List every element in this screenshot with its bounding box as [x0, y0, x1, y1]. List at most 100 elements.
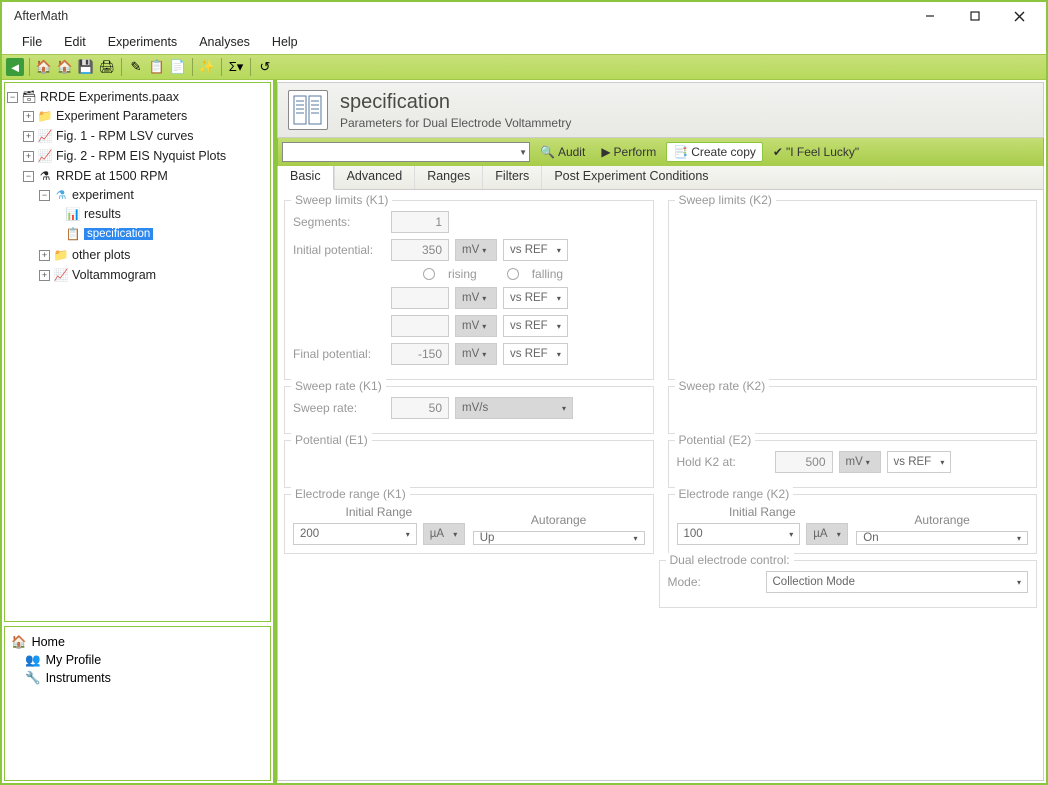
- range-k2-select[interactable]: 100▾: [677, 523, 801, 545]
- audit-button[interactable]: 🔍Audit: [534, 143, 591, 161]
- home-up-icon[interactable]: 🏠: [56, 58, 74, 76]
- range-unit-select[interactable]: µA ▾: [806, 523, 848, 545]
- nav-profile[interactable]: My Profile: [46, 653, 102, 667]
- chart-icon: 📈: [53, 268, 69, 282]
- holdk2-input[interactable]: [775, 451, 833, 473]
- rotor-icon: ⚗: [37, 169, 53, 183]
- nav-home[interactable]: Home: [32, 635, 65, 649]
- menu-edit[interactable]: Edit: [54, 33, 96, 51]
- copy-icon: 📑: [673, 145, 688, 159]
- tree-specification[interactable]: specification: [84, 228, 153, 240]
- unit-select-mv[interactable]: mV▾: [455, 315, 497, 337]
- rising-label: rising: [448, 267, 477, 281]
- wand-icon[interactable]: ✨: [198, 58, 216, 76]
- print-icon[interactable]: 🖨: [98, 58, 116, 76]
- limit1-input[interactable]: [391, 287, 449, 309]
- minimize-button[interactable]: [907, 2, 952, 30]
- close-button[interactable]: [997, 2, 1042, 30]
- tree-item[interactable]: Voltammogram: [72, 268, 156, 282]
- nav-panel: 🏠Home 👥My Profile 🔧Instruments: [4, 626, 271, 781]
- ref-select[interactable]: vs REF ▾: [503, 239, 568, 261]
- segments-input[interactable]: [391, 211, 449, 233]
- tab-advanced[interactable]: Advanced: [334, 166, 415, 189]
- group-elec-k2: Electrode range (K2): [675, 487, 794, 501]
- initial-input[interactable]: [391, 239, 449, 261]
- rate-input[interactable]: [391, 397, 449, 419]
- menu-help[interactable]: Help: [262, 33, 308, 51]
- label-holdk2: Hold K2 at:: [677, 455, 769, 469]
- tree-root[interactable]: RRDE Experiments.paax: [40, 90, 179, 104]
- expander-icon[interactable]: −: [7, 92, 18, 103]
- tree-item[interactable]: RRDE at 1500 RPM: [56, 169, 168, 183]
- expander-icon[interactable]: +: [23, 131, 34, 142]
- expander-icon[interactable]: +: [23, 111, 34, 122]
- tree-results[interactable]: results: [84, 207, 121, 221]
- expander-icon[interactable]: +: [39, 270, 50, 281]
- group-rate-k2: Sweep rate (K2): [675, 379, 770, 393]
- tool2-icon[interactable]: 📋: [148, 58, 166, 76]
- tree-item[interactable]: experiment: [72, 188, 134, 202]
- tree-panel: −🗃RRDE Experiments.paax +📁Experiment Par…: [4, 82, 271, 622]
- autorange-k1-select[interactable]: Up▾: [473, 531, 645, 545]
- range-k1-select[interactable]: 200▾: [293, 523, 417, 545]
- ref-select[interactable]: vs REF ▾: [503, 315, 568, 337]
- group-dual: Dual electrode control:: [666, 553, 794, 567]
- chart-icon: 📈: [37, 129, 53, 143]
- ref-select[interactable]: vs REF ▾: [503, 343, 568, 365]
- folder-icon: 📁: [53, 248, 69, 262]
- tool4-icon[interactable]: ↺: [256, 58, 274, 76]
- tree-item[interactable]: other plots: [72, 248, 130, 262]
- window-title: AfterMath: [14, 9, 68, 23]
- tree-item[interactable]: Experiment Parameters: [56, 109, 187, 123]
- ref-select[interactable]: vs REF ▾: [887, 451, 952, 473]
- group-rate-k1: Sweep rate (K1): [291, 379, 386, 393]
- unit-select-mv[interactable]: mV▾: [455, 287, 497, 309]
- tree-item[interactable]: Fig. 2 - RPM EIS Nyquist Plots: [56, 149, 226, 163]
- group-sweep-k1: Sweep limits (K1): [291, 193, 392, 207]
- unit-select-mv[interactable]: mV▾: [839, 451, 881, 473]
- rising-radio[interactable]: [423, 268, 435, 280]
- tab-basic[interactable]: Basic: [278, 166, 334, 190]
- expander-icon[interactable]: −: [23, 171, 34, 182]
- sigma-icon[interactable]: Σ▾: [227, 58, 245, 76]
- expander-icon[interactable]: +: [23, 151, 34, 162]
- menu-experiments[interactable]: Experiments: [98, 33, 187, 51]
- tab-filters[interactable]: Filters: [482, 166, 541, 189]
- tab-post[interactable]: Post Experiment Conditions: [541, 166, 720, 189]
- autorange-k2-select[interactable]: On▾: [856, 531, 1028, 545]
- menu-analyses[interactable]: Analyses: [189, 33, 260, 51]
- final-input[interactable]: [391, 343, 449, 365]
- tool1-icon[interactable]: ✎: [127, 58, 145, 76]
- tool3-icon[interactable]: 📄: [169, 58, 187, 76]
- maximize-button[interactable]: [952, 2, 997, 30]
- ref-select[interactable]: vs REF ▾: [503, 287, 568, 309]
- expander-icon[interactable]: −: [39, 190, 50, 201]
- falling-radio[interactable]: [507, 268, 519, 280]
- range-unit-select[interactable]: µA ▾: [423, 523, 465, 545]
- tree-item[interactable]: Fig. 1 - RPM LSV curves: [56, 129, 194, 143]
- results-icon: 📊: [65, 207, 81, 221]
- create-copy-button[interactable]: 📑Create copy: [666, 142, 763, 162]
- save-icon[interactable]: 💾: [77, 58, 95, 76]
- label-initial: Initial potential:: [293, 243, 385, 257]
- spec-combo[interactable]: ▼: [282, 142, 530, 162]
- lucky-icon: ✔: [773, 145, 783, 159]
- rate-unit-select[interactable]: mV/s▾: [455, 397, 573, 419]
- home-icon[interactable]: 🏠: [35, 58, 53, 76]
- lucky-button[interactable]: ✔"I Feel Lucky": [767, 143, 865, 161]
- mode-select[interactable]: Collection Mode▾: [766, 571, 1029, 593]
- tab-ranges[interactable]: Ranges: [414, 166, 482, 189]
- label-initrange: Initial Range: [677, 505, 849, 519]
- label-initrange: Initial Range: [293, 505, 465, 519]
- unit-select-mv[interactable]: mV▾: [455, 343, 497, 365]
- nav-instruments[interactable]: Instruments: [46, 671, 111, 685]
- unit-select-mv[interactable]: mV▾: [455, 239, 497, 261]
- menu-file[interactable]: File: [12, 33, 52, 51]
- home-nav-icon: 🏠: [11, 635, 27, 650]
- flask-icon: ⚗: [53, 188, 69, 202]
- label-mode: Mode:: [668, 575, 760, 589]
- perform-button[interactable]: ▶Perform: [595, 143, 662, 161]
- expander-icon[interactable]: +: [39, 250, 50, 261]
- back-icon[interactable]: ◄: [6, 58, 24, 76]
- limit2-input[interactable]: [391, 315, 449, 337]
